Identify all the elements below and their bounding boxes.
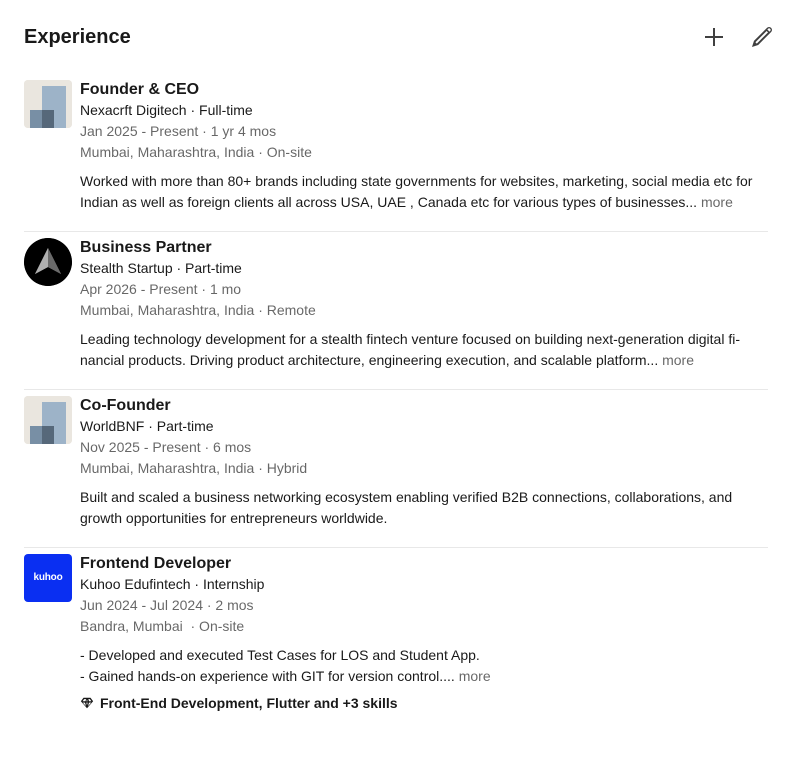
building-icon (24, 80, 72, 128)
job-title: Founder & CEO (80, 81, 200, 98)
job-description: - Developed and executed Test Cases for … (80, 645, 768, 687)
job-title: Co-Founder (80, 397, 171, 414)
job-dates: Nov 2025 - Present · 6 mos (80, 439, 252, 455)
job-title: Business Partner (80, 239, 212, 256)
job-dates: Jan 2025 - Present · 1 yr 4 mos (80, 123, 277, 139)
company-name: Kuhoo Edufintech · Internship (80, 576, 265, 592)
edit-experience-button[interactable] (746, 21, 778, 53)
job-location: Mumbai, Maharashtra, India · On-site (80, 144, 312, 160)
company-name: Stealth Startup · Part-time (80, 260, 242, 276)
experience-item: Co-Founder WorldBNF · Part-time Nov 2025… (24, 390, 768, 529)
company-logo[interactable]: kuhoo (24, 554, 72, 602)
experience-details: Founder & CEO Nexacrft Digitech · Full-t… (80, 80, 768, 213)
description-text: - Gained hands-on experience with GIT fo… (80, 668, 455, 684)
see-more-link[interactable]: more (459, 668, 491, 684)
job-description: Worked with more than 80+ brands includi… (80, 171, 768, 213)
company-logo[interactable] (24, 238, 72, 286)
company-name: Nexacrft Digitech · Full-time (80, 102, 253, 118)
job-title: Frontend Developer (80, 555, 232, 572)
add-experience-button[interactable] (698, 21, 730, 53)
skills-text: Front-End Development, Flutter and +3 sk… (100, 695, 398, 711)
see-more-link[interactable]: more (662, 352, 694, 368)
company-logo[interactable] (24, 80, 72, 128)
company-name: WorldBNF · Part-time (80, 418, 214, 434)
experience-details: Co-Founder WorldBNF · Part-time Nov 2025… (80, 396, 768, 529)
description-text: Worked with more than 80+ brands includi… (80, 173, 753, 210)
job-location: Bandra, Mumbai · On-site (80, 618, 245, 634)
experience-details: Frontend Developer Kuhoo Edufintech · In… (80, 554, 768, 713)
section-title: Experience (24, 25, 131, 48)
header-actions (698, 21, 778, 53)
stealth-logo-icon (24, 238, 72, 286)
plus-icon (705, 28, 723, 46)
experience-item: Business Partner Stealth Startup · Part-… (24, 232, 768, 371)
job-dates: Apr 2026 - Present · 1 mo (80, 281, 242, 297)
section-header: Experience (24, 0, 772, 74)
job-location: Mumbai, Maharashtra, India · Hybrid (80, 460, 308, 476)
see-more-link[interactable]: more (701, 194, 733, 210)
skills-row[interactable]: Front-End Development, Flutter and +3 sk… (80, 693, 768, 713)
description-text: Leading technology development for a ste… (80, 331, 740, 368)
kuhoo-logo-text: kuhoo (33, 572, 63, 583)
description-line: - Gained hands-on experience with GIT fo… (80, 666, 760, 687)
experience-item: kuhoo Frontend Developer Kuhoo Edufintec… (24, 548, 768, 713)
job-description: Leading technology development for a ste… (80, 329, 768, 371)
job-description: Built and scaled a business networking e… (80, 489, 733, 526)
pencil-icon (752, 27, 772, 47)
company-logo[interactable] (24, 396, 72, 444)
experience-card: Experience Founder & CEO Nexacrft Digite… (0, 0, 792, 767)
job-location: Mumbai, Maharashtra, India · Remote (80, 302, 316, 318)
description-line: - Developed and executed Test Cases for … (80, 647, 480, 663)
diamond-icon (80, 697, 94, 709)
building-icon (24, 396, 72, 444)
job-dates: Jun 2024 - Jul 2024 · 2 mos (80, 597, 254, 613)
experience-item: Founder & CEO Nexacrft Digitech · Full-t… (24, 74, 768, 213)
experience-details: Business Partner Stealth Startup · Part-… (80, 238, 768, 371)
